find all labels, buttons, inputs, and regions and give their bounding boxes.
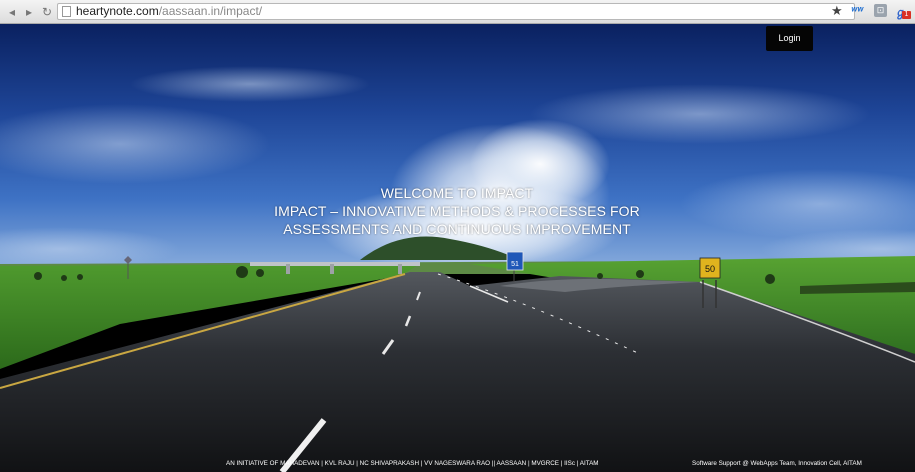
- login-button[interactable]: Login: [766, 26, 813, 51]
- welcome-subtitle-line1: IMPACT – INNOVATIVE METHODS & PROCESSES …: [274, 203, 640, 219]
- url-host: heartynote.com: [76, 4, 159, 18]
- extension-wave-icon[interactable]: ʷʷ: [851, 5, 867, 18]
- highway-sign-text: 51: [511, 261, 519, 268]
- welcome-title: WELCOME TO IMPACT: [380, 185, 534, 201]
- url-path: /aassaan.in/impact/: [158, 4, 263, 18]
- speed-sign-text: 50: [705, 264, 715, 274]
- reload-icon[interactable]: ↻: [40, 4, 54, 20]
- address-bar[interactable]: heartynote.com/aassaan.in/impact/: [57, 3, 855, 20]
- back-arrow-icon[interactable]: ◂: [5, 4, 19, 20]
- page-icon: [62, 6, 71, 17]
- extension-notification-icon[interactable]: ℊ 1: [895, 3, 911, 19]
- url-text[interactable]: heartynote.com/aassaan.in/impact/: [76, 4, 262, 19]
- hero-background: 51 50: [0, 24, 915, 472]
- footer-support: Software Support @ WebApps Team, Innovat…: [692, 460, 862, 467]
- extension-box-icon[interactable]: ⊡: [874, 4, 887, 17]
- extension-badge: 1: [902, 11, 911, 19]
- browser-toolbar: ◂ ▸ ↻ heartynote.com/aassaan.in/impact/ …: [0, 0, 915, 24]
- footer-credits: AN INITIATIVE OF MAHADEVAN | KVL RAJU | …: [226, 460, 599, 467]
- welcome-banner: WELCOME TO IMPACT IMPACT – INNOVATIVE ME…: [157, 184, 757, 238]
- welcome-subtitle-line2: ASSESSMENTS AND CONTINUOUS IMPROVEMENT: [283, 221, 631, 237]
- forward-arrow-icon[interactable]: ▸: [22, 4, 36, 20]
- landscape-image: 51 50: [0, 24, 915, 472]
- star-icon[interactable]: ★: [831, 3, 843, 19]
